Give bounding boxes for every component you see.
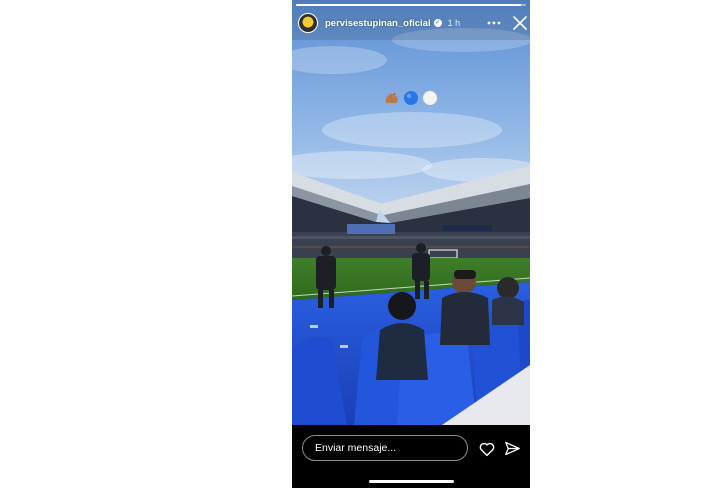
stadium-photo [292,0,530,425]
story-header: pervisestupinan_oficial ✓ 1 h [298,12,529,34]
story-footer [292,425,530,488]
post-time: 1 h [447,18,461,28]
heart-icon[interactable] [478,440,496,458]
send-icon[interactable] [504,440,521,457]
flexed-biceps-emoji [385,93,398,103]
verified-badge-icon: ✓ [433,19,442,27]
close-icon[interactable] [511,14,529,32]
story-progress-bar [296,4,526,6]
white-circle-emoji [422,90,438,106]
home-indicator [369,480,454,483]
story-progress-fill [296,4,522,6]
username[interactable]: pervisestupinan_oficial [325,18,431,29]
story-photo[interactable] [292,0,530,425]
more-icon[interactable] [487,16,501,30]
story-viewer: pervisestupinan_oficial ✓ 1 h [292,0,530,488]
avatar[interactable] [298,13,318,33]
blue-circle-emoji [404,91,418,105]
emoji-sticker [384,89,438,107]
message-input[interactable] [302,435,468,461]
